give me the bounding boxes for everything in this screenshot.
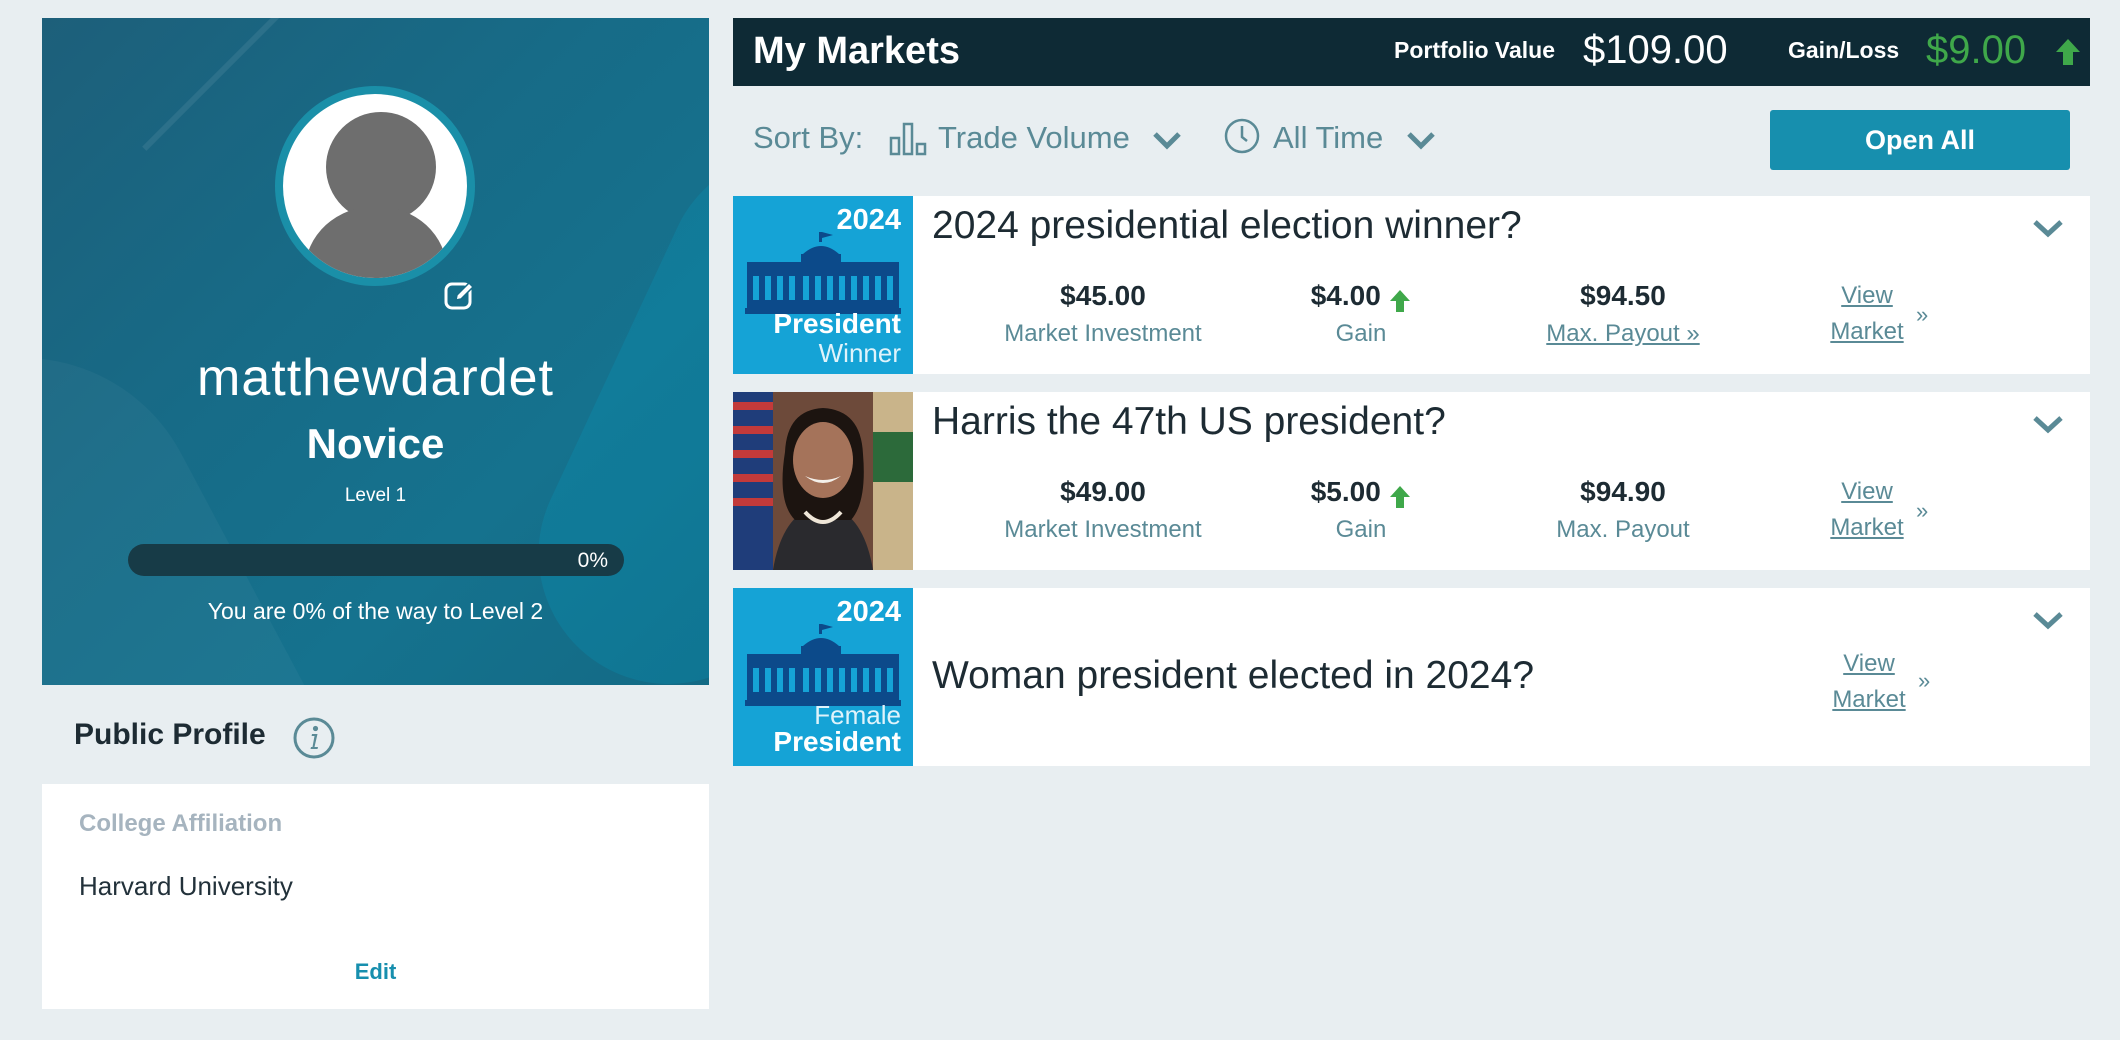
public-profile-title: Public Profile <box>74 718 266 751</box>
chevron-down-icon[interactable] <box>1405 128 1437 152</box>
arrow-up-icon <box>2056 39 2080 65</box>
chevron-down-icon[interactable] <box>2031 216 2065 240</box>
default-user-icon <box>283 94 467 278</box>
view-market-line1: View <box>1841 282 1893 309</box>
gain-label: Gain <box>1335 320 1387 347</box>
market-card[interactable]: 2024 Female President Woman president el… <box>733 588 2090 766</box>
market-thumbnail[interactable]: 2024 President Winner <box>733 196 913 374</box>
gain-stat: $4.00 <box>1289 280 1433 313</box>
sort-option-dropdown[interactable]: Trade Volume <box>938 120 1130 156</box>
rank-title: Novice <box>306 420 445 467</box>
gain-loss-label: Gain/Loss <box>1788 37 1900 63</box>
white-house-icon <box>745 624 901 706</box>
gain-stat: $5.00 <box>1289 476 1433 509</box>
market-card[interactable]: Harris the 47th US president? $49.00 Mar… <box>733 392 2090 570</box>
view-market-line1: View <box>1843 650 1895 677</box>
edit-icon[interactable] <box>442 278 478 314</box>
college-affiliation-value: Harvard University <box>79 871 293 901</box>
college-affiliation-label: College Affiliation <box>79 810 283 837</box>
max-payout-label: Max. Payout <box>1556 516 1690 543</box>
gain-loss-value: $9.00 <box>1926 28 2027 72</box>
level-progress-bar: 0% <box>128 544 624 576</box>
progress-description: You are 0% of the way to Level 2 <box>207 598 544 624</box>
white-house-icon <box>745 232 901 314</box>
view-market-link[interactable]: View Market <box>1807 474 1927 546</box>
thumb-line1: President <box>773 308 901 339</box>
double-chevron-right-icon: » <box>1918 668 1931 693</box>
view-market-line1: View <box>1841 478 1893 505</box>
info-icon[interactable] <box>292 716 336 760</box>
gain-label: Gain <box>1335 516 1387 543</box>
portfolio-value: $109.00 <box>1583 28 1728 72</box>
market-investment-value: $49.00 <box>1060 476 1146 507</box>
market-thumbnail[interactable] <box>733 392 913 570</box>
time-range-dropdown[interactable]: All Time <box>1273 120 1383 156</box>
arrow-up-icon <box>1390 485 1411 508</box>
chevron-down-icon[interactable] <box>2031 412 2065 436</box>
market-investment-value: $45.00 <box>1060 280 1146 311</box>
public-profile-panel: College Affiliation Harvard University E… <box>42 784 709 1009</box>
sort-by-label: Sort By: <box>753 120 864 155</box>
max-payout-link[interactable]: Max. Payout » <box>1523 320 1723 348</box>
max-payout-value: $94.90 <box>1580 476 1666 507</box>
view-market-link[interactable]: View Market <box>1809 646 1929 718</box>
chevron-down-icon[interactable] <box>1151 128 1183 152</box>
clock-icon <box>1224 118 1260 154</box>
market-thumbnail[interactable]: 2024 Female President <box>733 588 913 766</box>
thumb-line2: President <box>773 726 901 757</box>
max-payout-value: $94.50 <box>1580 280 1666 311</box>
edit-profile-link[interactable]: Edit <box>42 959 709 985</box>
markets-header: My Markets Portfolio Value $109.00 Gain/… <box>733 18 2090 86</box>
portfolio-value-label: Portfolio Value <box>1394 37 1556 63</box>
view-market-line2: Market <box>1830 318 1904 345</box>
market-card[interactable]: 2024 President Winner 2024 presidential … <box>733 196 2090 374</box>
arrow-up-icon <box>1390 289 1411 312</box>
bar-chart-icon <box>889 122 927 156</box>
chevron-down-icon[interactable] <box>2031 608 2065 632</box>
market-question[interactable]: Woman president elected in 2024? <box>932 654 1534 698</box>
background-decoration <box>142 18 288 151</box>
gain-value: $4.00 <box>1310 280 1381 311</box>
sort-bar: Sort By: Trade Volume All Time Open All <box>733 108 2090 172</box>
market-investment-label: Market Investment <box>1004 320 1202 347</box>
view-market-line2: Market <box>1830 514 1904 541</box>
double-chevron-right-icon: » <box>1916 302 1929 327</box>
market-investment-label: Market Investment <box>1004 516 1202 543</box>
view-market-link[interactable]: View Market <box>1807 278 1927 350</box>
page-title: My Markets <box>753 30 960 72</box>
market-question[interactable]: 2024 presidential election winner? <box>932 204 1522 248</box>
progress-percent: 0% <box>577 549 608 572</box>
candidate-photo <box>733 392 913 570</box>
view-market-line2: Market <box>1832 686 1906 713</box>
avatar[interactable] <box>275 86 475 286</box>
market-question[interactable]: Harris the 47th US president? <box>932 400 1446 444</box>
username: matthewdardet <box>197 349 554 407</box>
level-label: Level 1 <box>344 485 407 506</box>
gain-value: $5.00 <box>1310 476 1381 507</box>
profile-card: matthewdardet Novice Level 1 0% You are … <box>42 18 709 685</box>
open-all-button[interactable]: Open All <box>1770 110 2070 170</box>
double-chevron-right-icon: » <box>1916 498 1929 523</box>
thumb-line2: Winner <box>818 338 901 368</box>
